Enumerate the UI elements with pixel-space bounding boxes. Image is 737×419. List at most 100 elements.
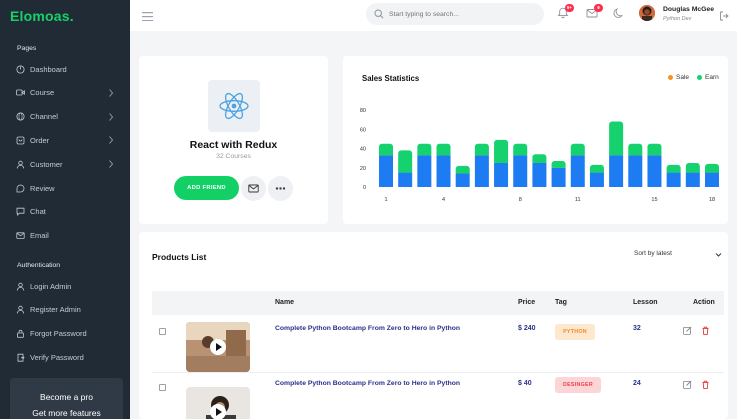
user-name[interactable]: Douglas McGee xyxy=(663,6,714,13)
bar-sale[interactable] xyxy=(379,155,393,187)
bar-earn-base xyxy=(513,152,528,156)
bar-sale[interactable] xyxy=(436,155,451,187)
sidebar-item-customer[interactable]: Customer xyxy=(16,156,124,172)
bar-sale[interactable] xyxy=(628,155,643,187)
course-thumbnail[interactable] xyxy=(186,322,250,372)
sidebar-item-course[interactable]: Course xyxy=(16,85,124,101)
user-role: Python Dev xyxy=(663,16,692,22)
sidebar-item-forgot-password[interactable]: Forgot Password xyxy=(16,326,124,342)
sidebar-item-label: Chat xyxy=(30,207,46,217)
table-row[interactable]: Complete Python Bootcamp From Zero to He… xyxy=(152,317,724,373)
legend-item-sale: Sale xyxy=(668,74,689,81)
bar-sale[interactable] xyxy=(705,172,719,187)
mail-icon[interactable]: 9 xyxy=(586,4,603,19)
sidebar-item-label: Dashboard xyxy=(30,64,67,74)
bar-sale[interactable] xyxy=(474,155,489,187)
x-tick-label: 1 xyxy=(384,197,387,203)
course-thumbnail[interactable] xyxy=(186,387,250,419)
sidebar-item-chat[interactable]: Chat xyxy=(16,204,124,220)
search-input[interactable] xyxy=(389,7,539,21)
bar-earn-base xyxy=(379,152,393,156)
bar-sale[interactable] xyxy=(609,155,624,187)
bar-earn-base xyxy=(647,152,662,156)
add-friend-button[interactable]: ADD FRIEND xyxy=(174,176,239,200)
column-header-name[interactable]: Name xyxy=(275,299,294,306)
sidebar-item-dashboard[interactable]: Dashboard xyxy=(16,61,124,77)
edit-icon[interactable] xyxy=(683,380,692,389)
sidebar-item-label: Customer xyxy=(30,159,63,169)
products-list-title: Products List xyxy=(152,252,207,262)
play-icon[interactable] xyxy=(210,404,226,419)
y-tick-label: 40 xyxy=(360,147,366,153)
promo-card[interactable]: Become a pro Get more features xyxy=(10,378,123,419)
sidebar-item-review[interactable]: Review xyxy=(16,180,124,196)
section-title-authentication: Authentication xyxy=(17,262,61,269)
sidebar-item-order[interactable]: Order xyxy=(16,132,124,148)
bar-earn-base xyxy=(570,152,585,156)
product-price: $ 40 xyxy=(518,380,532,387)
user-icon xyxy=(16,160,25,169)
bar-earn-base xyxy=(436,152,451,156)
product-name[interactable]: Complete Python Bootcamp From Zero to He… xyxy=(275,380,460,387)
product-name[interactable]: Complete Python Bootcamp From Zero to He… xyxy=(275,325,460,332)
course-profile-card: React with Redux 32 Courses ADD FRIEND xyxy=(139,56,328,224)
product-tag: DESINGER xyxy=(555,377,601,393)
search-icon xyxy=(374,9,384,19)
chevron-down-icon[interactable] xyxy=(715,252,722,258)
bar-sale[interactable] xyxy=(513,155,528,187)
delete-icon[interactable] xyxy=(701,326,710,335)
sidebar-item-label: Verify Password xyxy=(30,352,84,362)
logout-icon[interactable] xyxy=(719,8,729,21)
bar-sale[interactable] xyxy=(647,155,662,187)
user-avatar[interactable] xyxy=(639,5,655,21)
bar-earn[interactable] xyxy=(398,150,413,173)
bar-sale[interactable] xyxy=(532,162,547,187)
notification-bell-icon[interactable]: 9+ xyxy=(557,4,574,19)
menu-toggle-icon[interactable] xyxy=(142,8,153,22)
delete-icon[interactable] xyxy=(701,380,710,389)
sort-select[interactable]: Sort by latest xyxy=(634,250,672,257)
sidebar-item-channel[interactable]: Channel xyxy=(16,109,124,125)
chevron-right-icon xyxy=(108,88,114,98)
app-logo[interactable]: Elomoas. xyxy=(10,8,74,24)
bar-earn-base xyxy=(551,164,566,168)
bar-earn-base xyxy=(628,152,643,156)
sidebar-item-label: Order xyxy=(30,135,50,145)
sidebar-item-label: Course xyxy=(30,88,55,98)
bar-sale[interactable] xyxy=(455,173,470,187)
column-header-tag[interactable]: Tag xyxy=(555,299,567,306)
bar-sale[interactable] xyxy=(589,172,604,187)
bar-sale[interactable] xyxy=(398,172,413,187)
sidebar-item-label: Forgot Password xyxy=(30,329,87,339)
column-header-price[interactable]: Price xyxy=(518,299,535,306)
search-bar[interactable] xyxy=(366,3,544,25)
moon-icon[interactable] xyxy=(613,7,625,19)
sidebar-item-register-admin[interactable]: Register Admin xyxy=(16,302,124,318)
bar-earn[interactable] xyxy=(494,139,509,163)
play-icon[interactable] xyxy=(210,339,226,355)
message-button[interactable] xyxy=(241,176,266,201)
sidebar-item-verify-password[interactable]: Verify Password xyxy=(16,349,124,365)
row-checkbox[interactable] xyxy=(159,384,166,391)
sidebar-item-email[interactable]: Email xyxy=(16,228,124,244)
bar-sale[interactable] xyxy=(685,172,700,187)
bar-earn[interactable] xyxy=(609,121,624,156)
x-tick-label: 8 xyxy=(519,197,522,203)
x-tick-label: 18 xyxy=(709,197,715,203)
bar-sale[interactable] xyxy=(417,155,432,187)
bar-sale[interactable] xyxy=(494,162,509,187)
mail-icon xyxy=(248,184,259,193)
bar-earn-base xyxy=(417,152,432,156)
bar-sale[interactable] xyxy=(570,155,585,187)
legend-item-earn: Earn xyxy=(697,74,719,81)
edit-icon[interactable] xyxy=(683,326,692,335)
bar-sale[interactable] xyxy=(666,172,681,187)
bar-earn-base xyxy=(494,159,509,163)
bar-sale[interactable] xyxy=(551,167,566,187)
sidebar-item-login-admin[interactable]: Login Admin xyxy=(16,278,124,294)
table-row[interactable]: Complete Python Bootcamp From Zero to He… xyxy=(152,373,724,419)
more-options-button[interactable] xyxy=(268,176,293,201)
product-tag: PYTHON xyxy=(555,324,595,340)
row-checkbox[interactable] xyxy=(159,328,166,335)
column-header-lesson[interactable]: Lesson xyxy=(633,299,658,306)
